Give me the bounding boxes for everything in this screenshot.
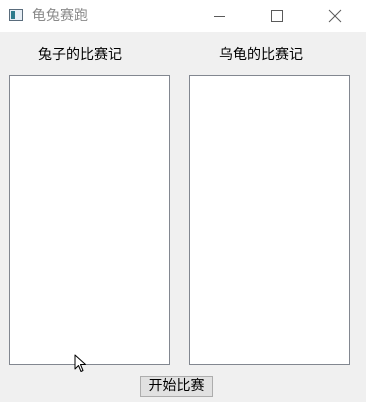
- minimize-button[interactable]: [196, 0, 242, 32]
- app-icon: [9, 9, 23, 21]
- rabbit-log-list[interactable]: [9, 75, 170, 365]
- window-title: 龟兔赛跑: [32, 8, 88, 24]
- close-icon: [328, 9, 342, 23]
- main-window: 龟兔赛跑 兔子的比赛记 乌龟的比赛记 开始比赛: [0, 0, 366, 402]
- maximize-icon: [271, 10, 283, 22]
- minimize-icon: [214, 16, 225, 17]
- close-button[interactable]: [311, 0, 357, 32]
- turtle-log-label: 乌龟的比赛记: [219, 47, 303, 63]
- turtle-log-list[interactable]: [189, 75, 350, 365]
- mouse-pointer-icon: [74, 354, 86, 372]
- title-bar[interactable]: 龟兔赛跑: [0, 0, 366, 32]
- start-race-button[interactable]: 开始比赛: [140, 376, 213, 397]
- rabbit-log-label: 兔子的比赛记: [38, 47, 122, 63]
- maximize-button[interactable]: [253, 0, 299, 32]
